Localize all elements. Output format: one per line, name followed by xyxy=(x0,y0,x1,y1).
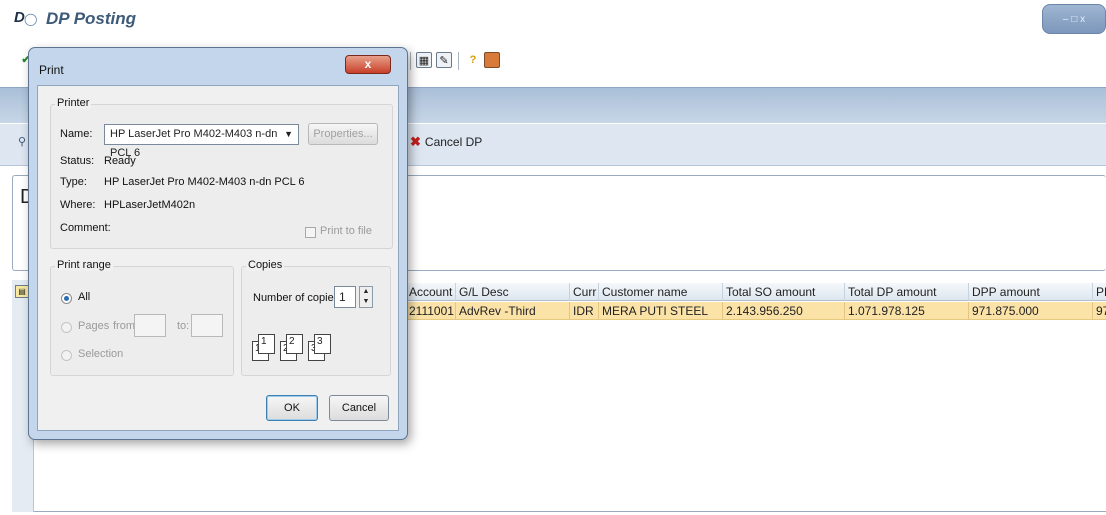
table-cell[interactable]: IDR xyxy=(570,302,599,320)
type-value: HP LaserJet Pro M402-M403 n-dn PCL 6 xyxy=(104,176,305,188)
column-header[interactable]: PF xyxy=(1093,283,1106,301)
status-label: Status: xyxy=(60,155,95,167)
pages-radio[interactable] xyxy=(61,322,72,333)
selection-label: Selection xyxy=(78,348,124,360)
table-cell[interactable]: 2111001 xyxy=(406,302,456,320)
toolbar-separator xyxy=(458,52,459,70)
page-header-title: D xyxy=(14,9,25,26)
ok-button[interactable]: OK xyxy=(266,395,318,421)
column-header[interactable]: G/L Desc xyxy=(456,283,570,301)
select-all-icon[interactable]: ▤ xyxy=(15,285,29,298)
table-cell[interactable]: 971.875.000 xyxy=(969,302,1093,320)
table-cell[interactable]: 2.143.956.250 xyxy=(723,302,845,320)
number-of-copies-label: Number of copies: xyxy=(253,292,343,304)
where-value: HPLaserJetM402n xyxy=(104,199,196,211)
where-label: Where: xyxy=(60,199,96,211)
column-header[interactable]: Customer name xyxy=(599,283,723,301)
cancel-dp-label: Cancel DP xyxy=(424,135,483,149)
cancel-button[interactable]: Cancel xyxy=(329,395,389,421)
customize-icon[interactable] xyxy=(484,52,500,68)
column-header[interactable]: Total SO amount xyxy=(723,283,845,301)
properties-button[interactable]: Properties... xyxy=(308,123,378,145)
type-label: Type: xyxy=(60,176,87,188)
copies-legend: Copies xyxy=(246,259,285,271)
print-range-legend: Print range xyxy=(55,259,113,271)
status-value: Ready xyxy=(104,155,136,167)
selection-radio[interactable] xyxy=(61,350,72,361)
help-icon[interactable]: ? xyxy=(465,52,481,68)
cancel-dp-button[interactable]: ✖ Cancel DP xyxy=(410,134,482,150)
all-label: All xyxy=(78,291,91,303)
all-radio[interactable] xyxy=(61,293,72,304)
column-header[interactable]: Total DP amount xyxy=(845,283,969,301)
window-menu-icon[interactable]: ◯ xyxy=(24,12,38,26)
printer-group-legend: Printer xyxy=(55,97,92,109)
column-header[interactable]: Account xyxy=(406,283,456,301)
to-label: to: xyxy=(177,320,190,332)
cancel-icon: ✖ xyxy=(410,134,421,149)
chevron-down-icon: ▼ xyxy=(284,129,293,139)
page-icon: 3 xyxy=(314,334,331,354)
pages-label: Pages xyxy=(78,320,110,332)
comment-label: Comment: xyxy=(60,222,111,234)
from-page-input[interactable] xyxy=(134,314,166,337)
dialog-title: Print xyxy=(39,63,64,77)
page-icon: 1 xyxy=(258,334,275,354)
column-header[interactable]: DPP amount xyxy=(969,283,1093,301)
number-of-copies-input[interactable]: 1 xyxy=(334,286,356,308)
title-bar xyxy=(0,0,1106,40)
to-page-input[interactable] xyxy=(191,314,223,337)
window-title: DP Posting xyxy=(46,9,137,28)
table-cell[interactable]: 1.071.978.125 xyxy=(845,302,969,320)
print-to-file-checkbox[interactable] xyxy=(305,227,316,238)
close-button[interactable]: x xyxy=(345,55,391,74)
new-session-icon[interactable]: ✎ xyxy=(436,52,452,68)
table-cell[interactable]: 97 xyxy=(1093,302,1106,320)
copies-stepper[interactable]: ▲ ▼ xyxy=(359,286,373,308)
layout-icon[interactable]: ▦ xyxy=(416,52,432,68)
window-controls[interactable]: – □ x xyxy=(1042,4,1106,34)
column-header[interactable]: Curr xyxy=(570,283,599,301)
name-label: Name: xyxy=(60,128,93,140)
collate-pages-icon: 1 1 2 2 3 3 xyxy=(252,329,344,369)
table-cell[interactable]: AdvRev -Third xyxy=(456,302,570,320)
printer-name-select[interactable]: HP LaserJet Pro M402-M403 n-dn PCL 6 ▼ xyxy=(104,124,299,159)
table-cell[interactable]: MERA PUTI STEEL xyxy=(599,302,723,320)
toolbar-separator xyxy=(410,52,411,70)
page-icon: 2 xyxy=(286,334,303,354)
print-to-file-label: Print to file xyxy=(320,225,372,237)
